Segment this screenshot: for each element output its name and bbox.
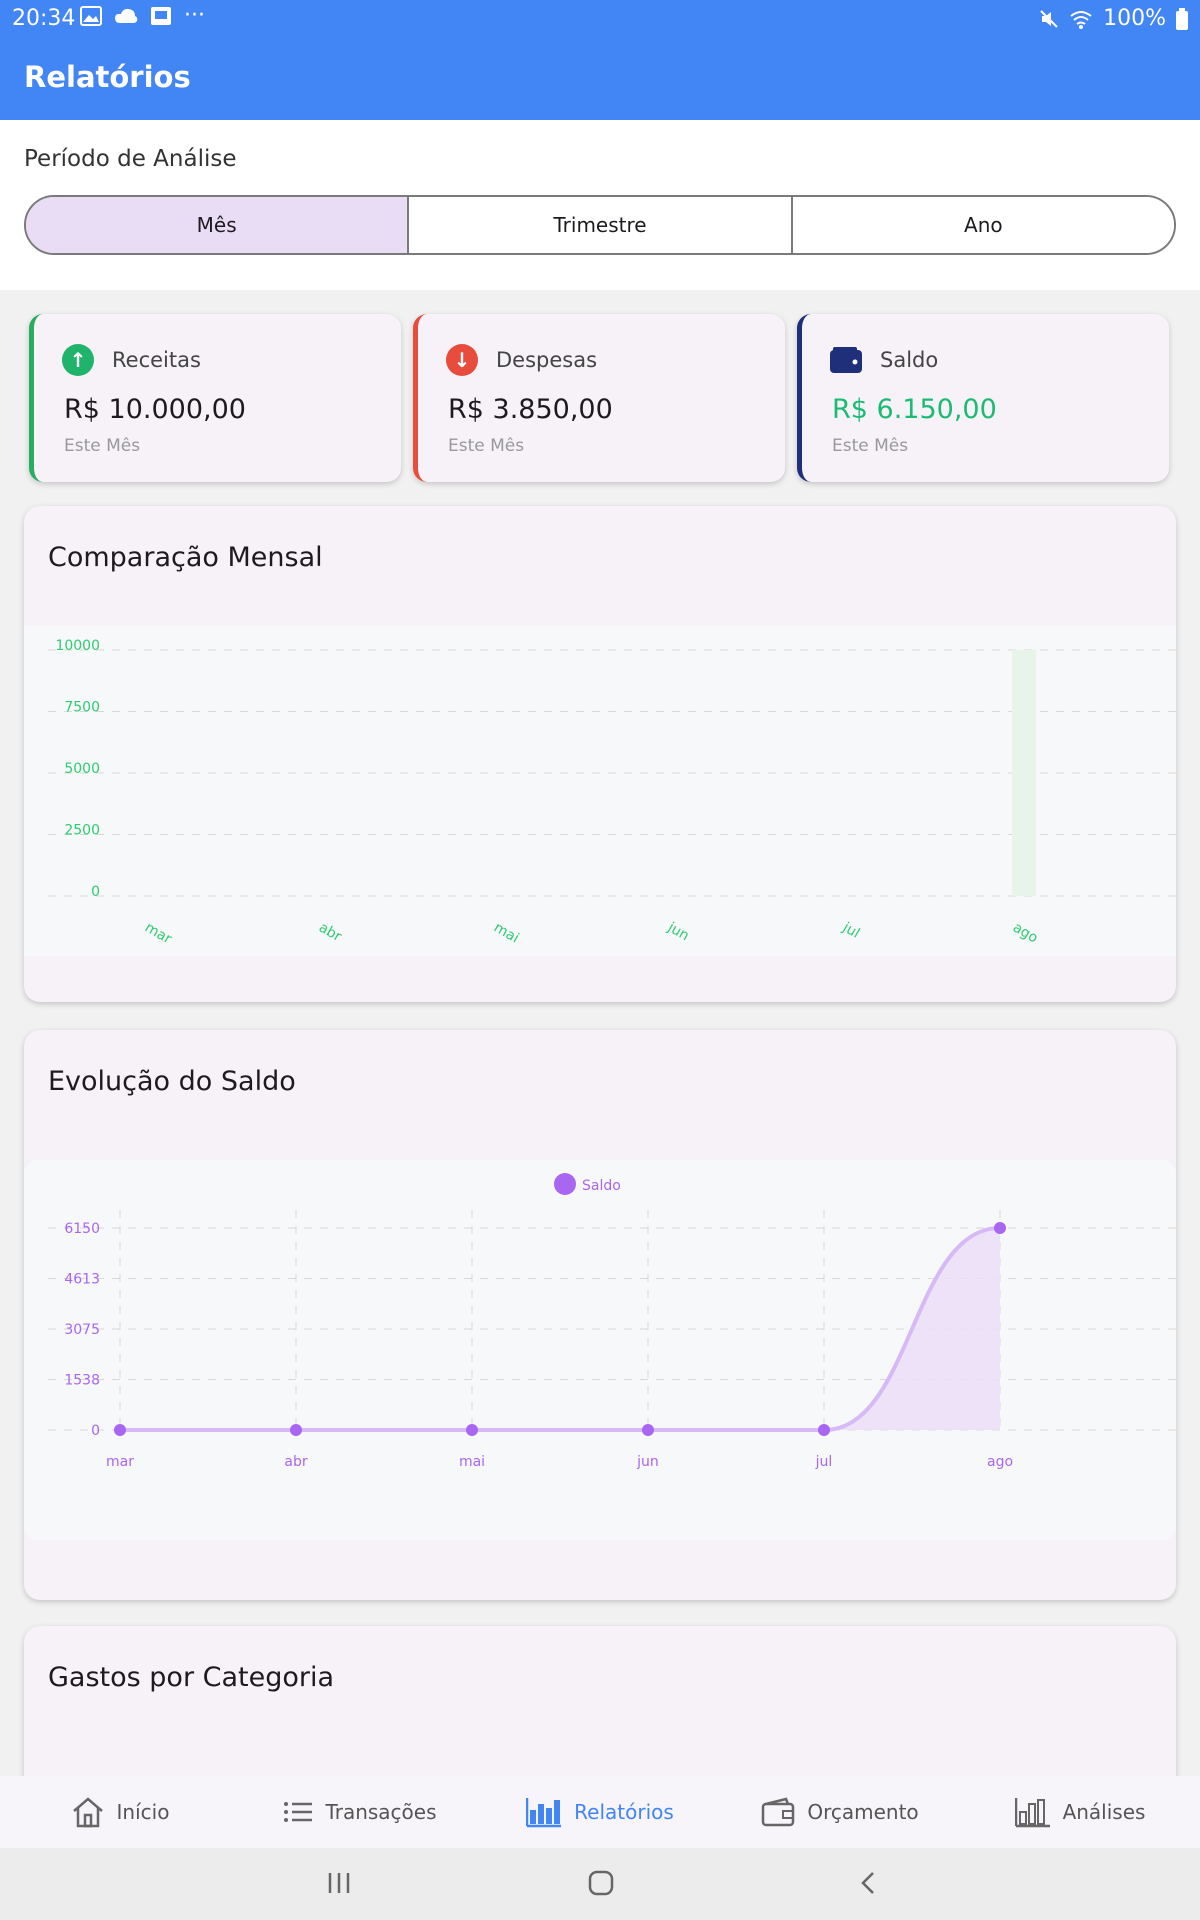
wallet-icon xyxy=(830,344,862,376)
expenses-card: ↓ Despesas R$ 3.850,00 Este Mês xyxy=(413,314,785,482)
monthly-comparison-plot: 10000 7500 5000 2500 0 mar abr mai jun jul ago xyxy=(24,626,1176,956)
bottom-navigation: Início Transações Relatórios Orçamento A… xyxy=(0,1776,1200,1848)
cloud-icon xyxy=(115,8,138,23)
screenshot-icon xyxy=(151,7,171,25)
bar-chart-icon xyxy=(526,1798,562,1828)
home-button-icon[interactable] xyxy=(588,1870,614,1896)
nav-item-home[interactable]: Início xyxy=(0,1776,240,1848)
balance-value: R$ 6.150,00 xyxy=(832,394,997,425)
nav-item-budget[interactable]: Orçamento xyxy=(720,1776,960,1848)
image-icon xyxy=(80,6,102,26)
list-icon xyxy=(284,1802,313,1822)
y-tick-label: 0 xyxy=(91,1423,100,1439)
status-system-icons: 100% xyxy=(1039,6,1188,31)
monthly-comparison-card: Comparação Mensal 10000 7500 5000 2500 0 mar a… xyxy=(24,506,1176,1002)
nav-item-transactions[interactable]: Transações xyxy=(240,1776,480,1848)
income-label: Receitas xyxy=(112,348,201,372)
legend-marker xyxy=(554,1173,576,1195)
period-option-quarter[interactable]: Trimestre xyxy=(409,197,793,253)
y-tick-label: 6150 xyxy=(64,1221,100,1237)
y-tick-label: 0 xyxy=(91,884,100,900)
balance-evolution-card: Evolução do Saldo Saldo 6150 4613 3075 1538 0… xyxy=(24,1030,1176,1600)
wifi-icon xyxy=(1070,10,1092,29)
balance-period: Este Mês xyxy=(832,436,909,456)
y-tick-label: 10000 xyxy=(55,638,100,654)
back-icon[interactable] xyxy=(856,1870,882,1896)
period-option-month[interactable]: Mês xyxy=(26,197,410,253)
analytics-icon xyxy=(1014,1798,1050,1828)
nav-item-analytics-label: Análises xyxy=(1062,1800,1146,1824)
x-tick-label: mar xyxy=(106,1454,134,1470)
system-navigation-bar xyxy=(0,1848,1200,1920)
nav-item-budget-label: Orçamento xyxy=(807,1800,919,1824)
battery-icon xyxy=(1176,7,1188,30)
balance-evolution-plot: Saldo 6150 4613 3075 1538 0 mar abr mai jun jul ago xyxy=(24,1160,1176,1540)
page-title: Relatórios xyxy=(24,60,191,94)
nav-item-home-label: Início xyxy=(116,1800,170,1824)
battery-percent: 100% xyxy=(1103,6,1166,31)
category-spending-title: Gastos por Categoria xyxy=(48,1662,335,1693)
balance-evolution-chart: Saldo 6150 4613 3075 1538 0 mar abr mai jun jul ago xyxy=(48,1173,1176,1470)
balance-card: Saldo R$ 6.150,00 Este Mês xyxy=(797,314,1169,482)
recent-apps-icon[interactable] xyxy=(326,1870,352,1896)
income-period: Este Mês xyxy=(64,436,141,456)
y-tick-label: 7500 xyxy=(64,700,100,716)
period-option-year[interactable]: Ano xyxy=(792,197,1174,253)
data-point xyxy=(994,1222,1006,1234)
nav-item-transactions-label: Transações xyxy=(325,1800,437,1824)
y-tick-label: 3075 xyxy=(64,1322,100,1338)
y-tick-label: 1538 xyxy=(64,1372,100,1388)
bar xyxy=(1012,650,1036,896)
wallet-icon xyxy=(762,1797,795,1827)
nav-item-reports[interactable]: Relatórios xyxy=(480,1776,720,1848)
mute-icon xyxy=(1040,9,1058,28)
period-segmented-control: Mês Trimestre Ano xyxy=(24,195,1176,255)
expenses-label: Despesas xyxy=(496,348,598,372)
x-tick-label: jun xyxy=(636,1454,659,1470)
expenses-period: Este Mês xyxy=(448,436,525,456)
x-tick-label: abr xyxy=(284,1454,307,1470)
x-tick-label: mai xyxy=(459,1454,485,1470)
period-label: Período de Análise xyxy=(24,146,237,172)
period-section: Período de Análise Mês Trimestre Ano xyxy=(0,120,1200,290)
monthly-comparison-title: Comparação Mensal xyxy=(48,542,323,573)
income-card: ↑ Receitas R$ 10.000,00 Este Mês xyxy=(29,314,401,482)
data-point xyxy=(466,1424,478,1436)
x-tick-label: jun xyxy=(664,919,692,944)
status-notification-icons: ··· xyxy=(80,3,205,28)
x-tick-label: mai xyxy=(491,920,522,947)
balance-evolution-title: Evolução do Saldo xyxy=(48,1066,296,1097)
status-bar: 20:34 ··· 100% xyxy=(0,0,1200,38)
data-point xyxy=(642,1424,654,1436)
status-time: 20:34 xyxy=(12,6,76,31)
income-value: R$ 10.000,00 xyxy=(64,394,246,425)
nav-item-analytics[interactable]: Análises xyxy=(960,1776,1200,1848)
x-tick-label: abr xyxy=(316,920,344,946)
data-point xyxy=(290,1424,302,1436)
y-tick-label: 5000 xyxy=(64,761,100,777)
balance-label: Saldo xyxy=(880,348,939,372)
data-point xyxy=(818,1424,830,1436)
top-app-bar: 20:34 ··· 100% Relatórios xyxy=(0,0,1200,120)
x-tick-label: jul xyxy=(815,1454,833,1470)
arrow-up-icon: ↑ xyxy=(62,344,94,376)
more-notifications-icon: ··· xyxy=(184,3,205,28)
x-tick-label: mar xyxy=(142,920,174,948)
data-point xyxy=(114,1424,126,1436)
x-tick-label: jul xyxy=(839,919,862,942)
y-tick-label: 2500 xyxy=(64,823,100,839)
monthly-comparison-chart: 10000 7500 5000 2500 0 mar abr mai jun jul ago xyxy=(48,638,1176,948)
y-tick-label: 4613 xyxy=(64,1271,100,1287)
legend-label: Saldo xyxy=(582,1178,621,1194)
home-icon xyxy=(72,1797,103,1828)
arrow-down-icon: ↓ xyxy=(446,344,478,376)
nav-item-reports-label: Relatórios xyxy=(574,1800,674,1824)
x-tick-label: ago xyxy=(987,1454,1013,1470)
expenses-value: R$ 3.850,00 xyxy=(448,394,613,425)
x-tick-label: ago xyxy=(1010,920,1041,947)
